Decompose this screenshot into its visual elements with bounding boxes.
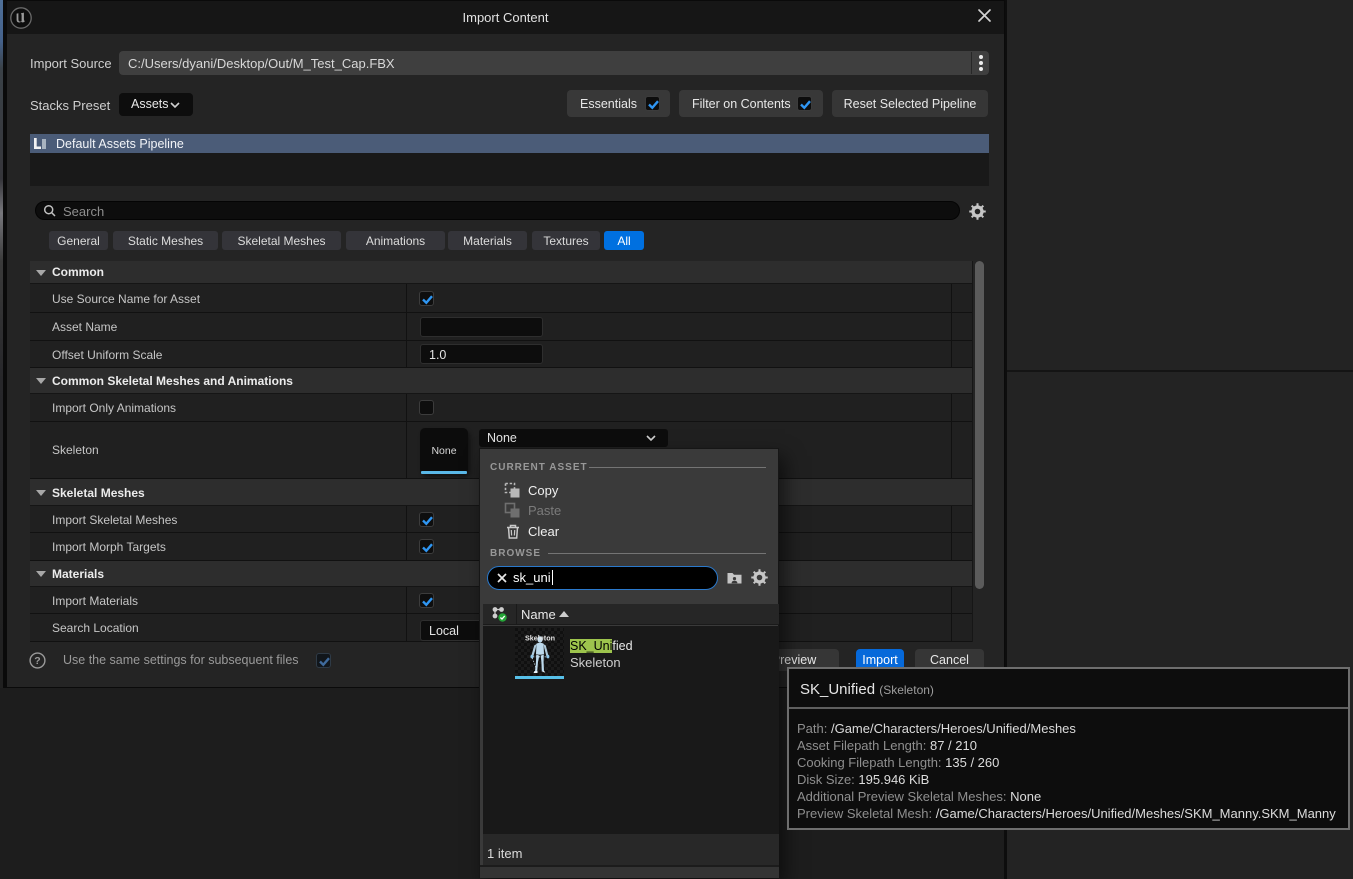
svg-text:Skeleton: Skeleton <box>525 634 555 643</box>
svg-text:?: ? <box>34 655 40 667</box>
